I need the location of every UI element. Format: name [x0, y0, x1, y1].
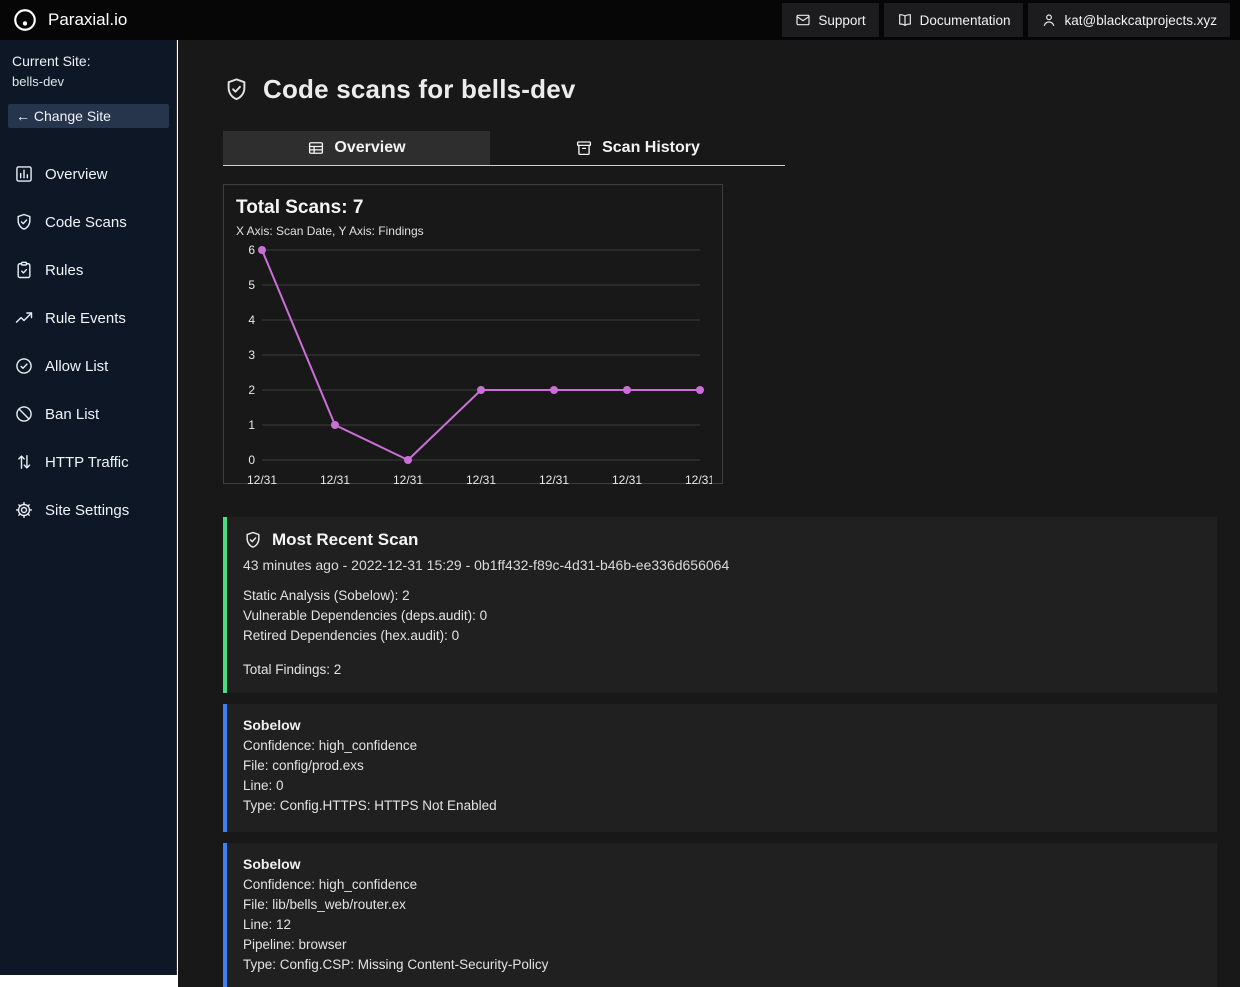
sidebar-item-label: Overview: [45, 166, 108, 183]
page-title-row: Code scans for bells-dev: [223, 74, 1217, 105]
svg-text:12/31: 12/31: [612, 473, 642, 487]
finding-line: File: config/prod.exs: [243, 756, 1201, 776]
finding-line: Type: Config.CSP: Missing Content-Securi…: [243, 955, 1201, 975]
sidebar-item-label: HTTP Traffic: [45, 454, 129, 471]
shield-check-icon: [14, 212, 34, 232]
support-button[interactable]: Support: [782, 3, 878, 37]
svg-text:4: 4: [248, 313, 255, 327]
trending-up-icon: [14, 308, 34, 328]
finding-tool: Sobelow: [243, 856, 1201, 872]
documentation-label: Documentation: [920, 13, 1011, 28]
sidebar-item-label: Site Settings: [45, 502, 129, 519]
finding-line: Confidence: high_confidence: [243, 736, 1201, 756]
svg-text:5: 5: [248, 278, 255, 292]
recent-scan-meta: 43 minutes ago - 2022-12-31 15:29 - 0b1f…: [243, 557, 1201, 573]
sidebar-item-site-settings[interactable]: Site Settings: [0, 486, 176, 534]
svg-text:12/31: 12/31: [393, 473, 423, 487]
tab-overview[interactable]: Overview: [223, 131, 490, 165]
svg-text:12/31: 12/31: [247, 473, 277, 487]
sidebar-item-rule-events[interactable]: Rule Events: [0, 294, 176, 342]
user-email: kat@blackcatprojects.xyz: [1064, 13, 1217, 28]
book-icon: [897, 12, 913, 28]
topbar-actions: Support Documentation kat@blackcatprojec…: [782, 3, 1230, 37]
recent-scan-title: Most Recent Scan: [272, 530, 418, 550]
finding-line: File: lib/bells_web/router.ex: [243, 895, 1201, 915]
svg-text:1: 1: [248, 418, 255, 432]
bar-chart-icon: [14, 164, 34, 184]
finding-card: Sobelow Confidence: high_confidence File…: [223, 704, 1217, 832]
finding-line: Pipeline: browser: [243, 935, 1201, 955]
finding-line: Type: Config.HTTPS: HTTPS Not Enabled: [243, 796, 1201, 816]
tab-scan-history-label: Scan History: [602, 139, 700, 157]
finding-line: Confidence: high_confidence: [243, 875, 1201, 895]
user-account-button[interactable]: kat@blackcatprojects.xyz: [1028, 3, 1230, 37]
envelope-icon: [795, 12, 811, 28]
svg-text:12/31: 12/31: [320, 473, 350, 487]
sidebar-item-ban-list[interactable]: Ban List: [0, 390, 176, 438]
svg-text:12/31: 12/31: [539, 473, 569, 487]
recent-scan-total: Total Findings: 2: [243, 662, 1201, 677]
check-circle-icon: [14, 356, 34, 376]
page-bottom-strip: [0, 975, 177, 987]
sidebar-item-rules[interactable]: Rules: [0, 246, 176, 294]
sidebar-item-label: Ban List: [45, 406, 99, 423]
tab-scan-history[interactable]: Scan History: [490, 131, 785, 165]
brand: Paraxial.io: [12, 7, 127, 33]
sidebar-item-label: Rules: [45, 262, 83, 279]
sidebar-item-code-scans[interactable]: Code Scans: [0, 198, 176, 246]
sidebar: Current Site: bells-dev ← Change Site Ov…: [0, 40, 177, 975]
sidebar-item-label: Allow List: [45, 358, 108, 375]
recent-scan-line: Static Analysis (Sobelow): 2: [243, 586, 1201, 606]
sidebar-nav: Overview Code Scans Rules Rule Events: [0, 150, 176, 534]
recent-scan-line: Vulnerable Dependencies (deps.audit): 0: [243, 606, 1201, 626]
sidebar-item-label: Code Scans: [45, 214, 127, 231]
sidebar-item-allow-list[interactable]: Allow List: [0, 342, 176, 390]
tab-overview-label: Overview: [334, 139, 405, 157]
sidebar-item-label: Rule Events: [45, 310, 126, 327]
page-title: Code scans for bells-dev: [263, 74, 576, 105]
most-recent-scan-card: Most Recent Scan 43 minutes ago - 2022-1…: [223, 517, 1217, 693]
sidebar-item-overview[interactable]: Overview: [0, 150, 176, 198]
gear-icon: [14, 500, 34, 520]
finding-tool: Sobelow: [243, 717, 1201, 733]
topbar: Paraxial.io Support Documentation kat@bl…: [0, 0, 1240, 40]
brand-title: Paraxial.io: [48, 10, 127, 30]
arrows-up-down-icon: [14, 452, 34, 472]
table-icon: [307, 139, 325, 157]
user-icon: [1041, 12, 1057, 28]
svg-text:6: 6: [248, 243, 255, 257]
total-scans-chart-card: Total Scans: 7 X Axis: Scan Date, Y Axis…: [223, 184, 723, 484]
change-site-button[interactable]: ← Change Site: [8, 104, 169, 128]
archive-box-icon: [575, 139, 593, 157]
finding-line: Line: 0: [243, 776, 1201, 796]
ban-icon: [14, 404, 34, 424]
recent-scan-header: Most Recent Scan: [243, 530, 1201, 550]
sidebar-item-http-traffic[interactable]: HTTP Traffic: [0, 438, 176, 486]
finding-line: Line: 12: [243, 915, 1201, 935]
current-site-label: Current Site:: [0, 53, 176, 69]
chart-subtitle: X Axis: Scan Date, Y Axis: Findings: [236, 224, 712, 238]
scan-chart: 0 1 2 3 4 5 6 12/31 12/31 12/31 12/31 12/31 12/31 12/…: [236, 242, 712, 492]
chart-title: Total Scans: 7: [236, 197, 712, 219]
app-window: Paraxial.io Support Documentation kat@bl…: [0, 0, 1240, 987]
shield-check-icon: [243, 530, 263, 550]
paraxial-logo-icon: [12, 7, 38, 33]
svg-text:3: 3: [248, 348, 255, 362]
current-site-value: bells-dev: [0, 74, 176, 89]
main-content: Code scans for bells-dev Overview Scan H…: [178, 40, 1240, 987]
svg-text:2: 2: [248, 383, 255, 397]
svg-text:12/31: 12/31: [685, 473, 712, 487]
tab-bar: Overview Scan History: [223, 131, 785, 166]
svg-text:0: 0: [248, 453, 255, 467]
svg-text:12/31: 12/31: [466, 473, 496, 487]
recent-scan-line: Retired Dependencies (hex.audit): 0: [243, 626, 1201, 646]
shield-check-icon: [223, 76, 250, 103]
support-label: Support: [818, 13, 865, 28]
clipboard-check-icon: [14, 260, 34, 280]
finding-card: Sobelow Confidence: high_confidence File…: [223, 843, 1217, 987]
documentation-button[interactable]: Documentation: [884, 3, 1024, 37]
